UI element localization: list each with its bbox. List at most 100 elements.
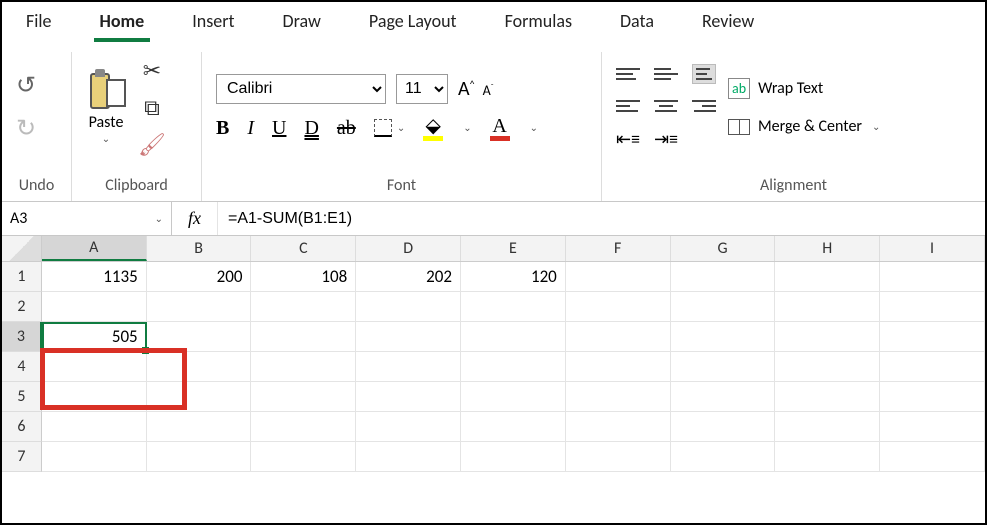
- tab-insert[interactable]: Insert: [186, 10, 240, 38]
- cell-C2[interactable]: [251, 292, 356, 322]
- font-name-select[interactable]: Calibri: [216, 74, 386, 104]
- cell-F7[interactable]: [566, 442, 671, 472]
- cell-I5[interactable]: [880, 382, 985, 412]
- cell-I4[interactable]: [880, 352, 985, 382]
- cell-E6[interactable]: [461, 412, 566, 442]
- cell-H1[interactable]: [775, 262, 880, 292]
- cell-B1[interactable]: 200: [147, 262, 252, 292]
- shrink-font-icon[interactable]: Aˇ: [483, 82, 494, 99]
- col-header-B[interactable]: B: [147, 236, 252, 261]
- cell-H7[interactable]: [775, 442, 880, 472]
- row-header-2[interactable]: 2: [2, 292, 42, 322]
- cell-D7[interactable]: [356, 442, 461, 472]
- align-right-icon[interactable]: [692, 96, 716, 116]
- col-header-E[interactable]: E: [461, 236, 566, 261]
- underline-button[interactable]: U: [272, 117, 286, 140]
- paste-dropdown-icon[interactable]: ⌄: [102, 132, 110, 145]
- cell-G3[interactable]: [671, 322, 776, 352]
- cell-B7[interactable]: [147, 442, 252, 472]
- cell-G7[interactable]: [671, 442, 776, 472]
- fill-color-button[interactable]: ⬙: [423, 116, 443, 141]
- cell-B4[interactable]: [147, 352, 252, 382]
- tab-file[interactable]: File: [20, 10, 58, 38]
- cell-H2[interactable]: [775, 292, 880, 322]
- row-header-3[interactable]: 3: [2, 322, 42, 352]
- decrease-indent-icon[interactable]: ⇤≡: [616, 128, 640, 150]
- cell-G2[interactable]: [671, 292, 776, 322]
- cell-C7[interactable]: [251, 442, 356, 472]
- cell-F4[interactable]: [566, 352, 671, 382]
- row-header-7[interactable]: 7: [2, 442, 42, 472]
- cell-G5[interactable]: [671, 382, 776, 412]
- col-header-C[interactable]: C: [251, 236, 356, 261]
- cell-A6[interactable]: [42, 412, 147, 442]
- cell-D2[interactable]: [356, 292, 461, 322]
- format-painter-icon[interactable]: 🖌: [138, 131, 166, 158]
- cell-E2[interactable]: [461, 292, 566, 322]
- redo-icon[interactable]: ↻: [16, 114, 36, 143]
- align-bottom-icon[interactable]: [692, 64, 716, 84]
- cell-F5[interactable]: [566, 382, 671, 412]
- name-box[interactable]: A3 ⌄: [2, 202, 172, 235]
- cell-H6[interactable]: [775, 412, 880, 442]
- copy-icon[interactable]: ⧉: [144, 94, 160, 121]
- cell-A7[interactable]: [42, 442, 147, 472]
- wrap-text-button[interactable]: ab Wrap Text: [728, 78, 880, 99]
- cell-I6[interactable]: [880, 412, 985, 442]
- cell-I3[interactable]: [880, 322, 985, 352]
- merge-center-button[interactable]: Merge & Center ⌄: [728, 117, 880, 136]
- cell-A4[interactable]: [42, 352, 147, 382]
- align-top-icon[interactable]: [616, 64, 640, 84]
- cell-A1[interactable]: 1135: [42, 262, 147, 292]
- formula-input[interactable]: [218, 210, 985, 228]
- bold-button[interactable]: B: [216, 117, 229, 140]
- col-header-H[interactable]: H: [775, 236, 880, 261]
- cell-I1[interactable]: [880, 262, 985, 292]
- double-underline-button[interactable]: D: [304, 117, 318, 140]
- cell-E1[interactable]: 120: [461, 262, 566, 292]
- row-header-5[interactable]: 5: [2, 382, 42, 412]
- paste-button[interactable]: Paste ⌄: [86, 69, 126, 145]
- cell-G4[interactable]: [671, 352, 776, 382]
- font-color-button[interactable]: A: [490, 116, 510, 141]
- tab-pagelayout[interactable]: Page Layout: [363, 10, 463, 38]
- italic-button[interactable]: I: [247, 117, 254, 140]
- cell-D4[interactable]: [356, 352, 461, 382]
- cell-B5[interactable]: [147, 382, 252, 412]
- align-left-icon[interactable]: [616, 96, 640, 116]
- select-all-corner[interactable]: [2, 236, 42, 261]
- cell-B3[interactable]: [147, 322, 252, 352]
- cell-F1[interactable]: [566, 262, 671, 292]
- cell-B2[interactable]: [147, 292, 252, 322]
- font-color-dropdown-icon[interactable]: ⌄: [530, 123, 538, 134]
- font-size-select[interactable]: 11: [396, 74, 448, 104]
- cell-C4[interactable]: [251, 352, 356, 382]
- col-header-F[interactable]: F: [566, 236, 671, 261]
- cell-C3[interactable]: [251, 322, 356, 352]
- fx-icon[interactable]: fx: [172, 202, 218, 235]
- cut-icon[interactable]: ✂: [143, 57, 161, 84]
- fill-color-dropdown-icon[interactable]: ⌄: [463, 123, 471, 134]
- cell-C5[interactable]: [251, 382, 356, 412]
- cell-H3[interactable]: [775, 322, 880, 352]
- cell-D1[interactable]: 202: [356, 262, 461, 292]
- cell-D6[interactable]: [356, 412, 461, 442]
- row-header-1[interactable]: 1: [2, 262, 42, 292]
- col-header-I[interactable]: I: [880, 236, 985, 261]
- cell-A3[interactable]: 505: [42, 322, 147, 352]
- tab-formulas[interactable]: Formulas: [499, 10, 578, 38]
- tab-review[interactable]: Review: [696, 10, 760, 38]
- cell-E4[interactable]: [461, 352, 566, 382]
- increase-indent-icon[interactable]: ⇥≡: [654, 128, 678, 150]
- align-center-icon[interactable]: [654, 96, 678, 116]
- tab-data[interactable]: Data: [614, 10, 660, 38]
- cell-D3[interactable]: [356, 322, 461, 352]
- cell-F6[interactable]: [566, 412, 671, 442]
- border-button[interactable]: ⌄: [374, 119, 405, 137]
- cell-C1[interactable]: 108: [251, 262, 356, 292]
- cell-G6[interactable]: [671, 412, 776, 442]
- cell-E7[interactable]: [461, 442, 566, 472]
- cell-C6[interactable]: [251, 412, 356, 442]
- cell-A2[interactable]: [42, 292, 147, 322]
- tab-home[interactable]: Home: [94, 10, 151, 42]
